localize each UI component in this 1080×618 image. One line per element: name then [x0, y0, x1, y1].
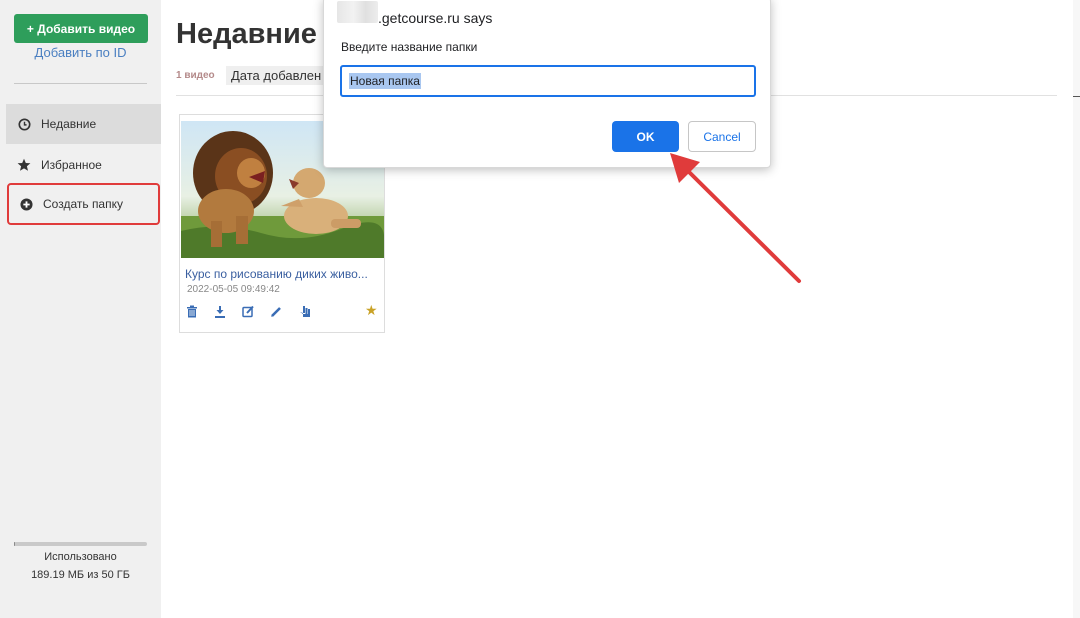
video-title[interactable]: Курс по рисованию диких живо...: [185, 267, 383, 281]
hand-icon[interactable]: [298, 304, 326, 318]
edit-square-icon[interactable]: [242, 304, 270, 318]
plus-circle-icon: [19, 197, 33, 211]
sort-select[interactable]: Дата добавлен: [226, 66, 326, 85]
video-actions: [186, 304, 326, 318]
ok-button[interactable]: OK: [612, 121, 679, 152]
cancel-button[interactable]: Cancel: [688, 121, 756, 152]
prompt-dialog: .getcourse.ru says Введите название папк…: [323, 0, 771, 168]
pencil-icon[interactable]: [270, 304, 298, 318]
sidebar-item-recent[interactable]: Недавние: [6, 104, 161, 144]
sidebar-item-label: Недавние: [41, 117, 97, 131]
sidebar-item-label: Создать папку: [43, 197, 123, 211]
star-icon: [17, 158, 31, 172]
sidebar-divider: [14, 83, 147, 84]
add-video-button[interactable]: + Добавить видео: [14, 14, 148, 43]
video-date: 2022-05-05 09:49:42: [187, 284, 280, 295]
add-by-id-link[interactable]: Добавить по ID: [0, 45, 161, 60]
trash-icon[interactable]: [186, 304, 214, 318]
sidebar-item-favorites[interactable]: Избранное: [6, 145, 161, 185]
sidebar-item-label: Избранное: [41, 158, 102, 172]
storage-usage-value: 189.19 МБ из 50 ГБ: [31, 569, 130, 581]
sidebar: + Добавить видео Добавить по ID Недавние…: [0, 0, 161, 618]
folder-name-value: Новая папка: [349, 73, 421, 89]
folder-name-input[interactable]: Новая папка: [340, 65, 756, 97]
storage-usage-label: Использовано: [44, 551, 117, 563]
page-title: Недавние: [176, 18, 317, 50]
storage-usage-bar: [14, 542, 147, 546]
sidebar-item-create-folder[interactable]: Создать папку: [7, 183, 160, 225]
dialog-message: Введите название папки: [341, 40, 478, 54]
video-count: 1 видео: [176, 70, 215, 81]
storage-usage-fill: [14, 542, 16, 546]
blurred-domain: [337, 1, 378, 23]
download-icon[interactable]: [214, 304, 242, 318]
window-scrollbar[interactable]: [1073, 0, 1080, 618]
dialog-title: .getcourse.ru says: [378, 10, 493, 26]
clock-icon: [17, 117, 31, 131]
favorite-star-icon[interactable]: ★: [365, 303, 378, 317]
